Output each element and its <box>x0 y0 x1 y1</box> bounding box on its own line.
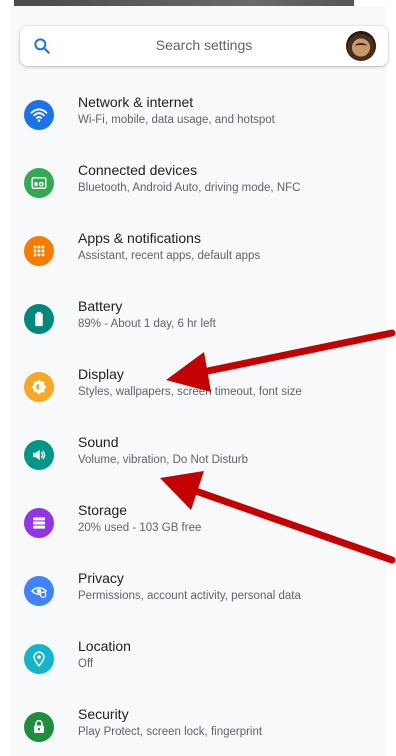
battery-icon <box>24 304 54 334</box>
apps-grid-icon <box>24 236 54 266</box>
settings-item-battery[interactable]: Battery 89% - About 1 day, 6 hr left <box>0 292 396 352</box>
account-avatar[interactable] <box>346 31 376 61</box>
item-subtitle: Assistant, recent apps, default apps <box>78 250 261 262</box>
item-title: Sound <box>78 434 119 450</box>
settings-item-network[interactable]: Network & internet Wi-Fi, mobile, data u… <box>0 88 396 148</box>
settings-item-storage[interactable]: Storage 20% used - 103 GB free <box>0 496 396 556</box>
item-title: Display <box>78 366 124 382</box>
item-subtitle: Permissions, account activity, personal … <box>78 590 301 602</box>
speaker-icon <box>24 440 54 470</box>
settings-item-apps[interactable]: Apps & notifications Assistant, recent a… <box>0 224 396 284</box>
search-placeholder[interactable]: Search settings <box>20 37 388 53</box>
settings-item-connected-devices[interactable]: Connected devices Bluetooth, Android Aut… <box>0 156 396 216</box>
location-pin-icon <box>24 644 54 674</box>
item-title: Location <box>78 638 131 654</box>
item-title: Network & internet <box>78 94 194 110</box>
settings-item-display[interactable]: Display Styles, wallpapers, screen timeo… <box>0 360 396 420</box>
item-title: Privacy <box>78 570 124 586</box>
item-subtitle: Off <box>78 658 94 670</box>
item-subtitle: Styles, wallpapers, screen timeout, font… <box>78 386 302 398</box>
brightness-icon <box>24 372 54 402</box>
item-subtitle: 89% - About 1 day, 6 hr left <box>78 318 216 330</box>
settings-item-privacy[interactable]: Privacy Permissions, account activity, p… <box>0 564 396 624</box>
item-subtitle: Wi-Fi, mobile, data usage, and hotspot <box>78 114 275 126</box>
item-title: Security <box>78 706 129 722</box>
privacy-eye-icon <box>24 576 54 606</box>
item-subtitle: Play Protect, screen lock, fingerprint <box>78 726 263 738</box>
item-subtitle: 20% used - 103 GB free <box>78 522 202 534</box>
connected-devices-icon <box>24 168 54 198</box>
settings-item-security[interactable]: Security Play Protect, screen lock, fing… <box>0 700 396 756</box>
settings-item-sound[interactable]: Sound Volume, vibration, Do Not Disturb <box>0 428 396 488</box>
settings-item-location[interactable]: Location Off <box>0 632 396 692</box>
item-subtitle: Volume, vibration, Do Not Disturb <box>78 454 249 466</box>
item-title: Apps & notifications <box>78 230 201 246</box>
wifi-icon <box>24 100 54 130</box>
search-bar[interactable]: Search settings <box>20 26 388 66</box>
item-title: Connected devices <box>78 162 198 178</box>
item-title: Storage <box>78 502 128 518</box>
storage-icon <box>24 508 54 538</box>
item-title: Battery <box>78 298 123 314</box>
lock-icon <box>24 712 54 742</box>
item-subtitle: Bluetooth, Android Auto, driving mode, N… <box>78 182 301 194</box>
